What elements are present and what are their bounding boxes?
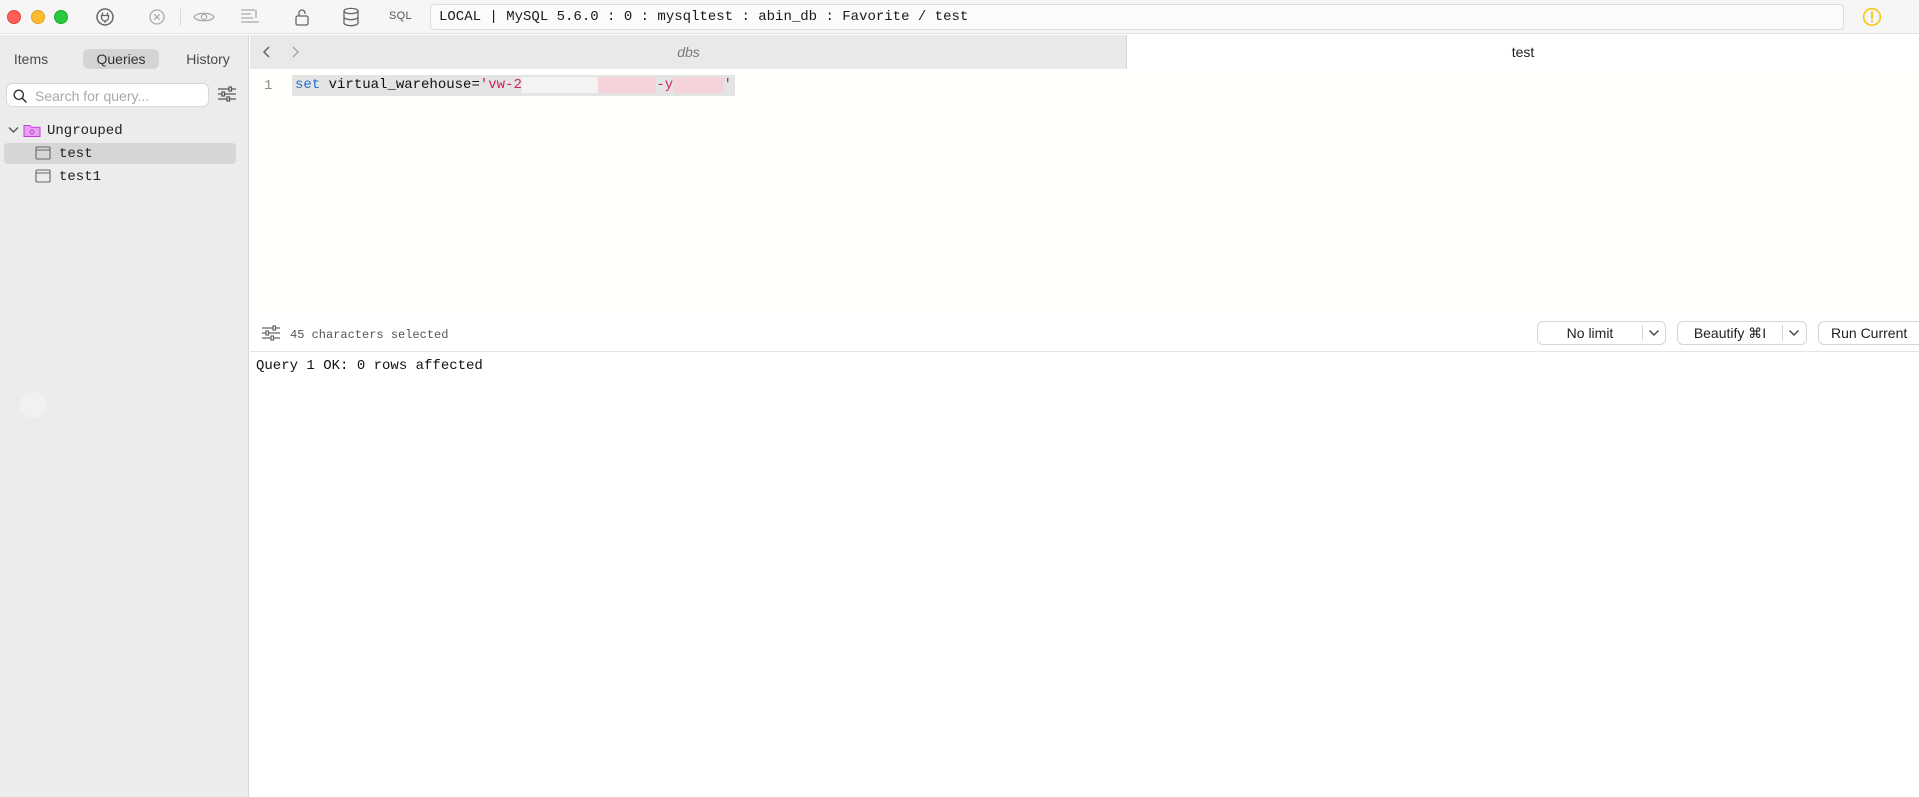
- code-line[interactable]: set virtual_warehouse='vw-2xxxxxxxxxxxxx…: [292, 75, 735, 96]
- filter-settings-icon[interactable]: [217, 85, 239, 105]
- editor-status-bar: 45 characters selected No limit Beautify…: [250, 315, 1919, 352]
- selection-status: 45 characters selected: [290, 328, 449, 342]
- beautify-dropdown[interactable]: Beautify ⌘I: [1677, 321, 1807, 345]
- tab-bar: dbs test: [250, 35, 1919, 69]
- query-file-icon: [35, 169, 51, 183]
- tab-queries[interactable]: Queries: [83, 49, 159, 69]
- chevron-down-icon[interactable]: [8, 126, 19, 134]
- sql-button[interactable]: SQL: [389, 10, 412, 22]
- query-search-box[interactable]: [6, 83, 209, 107]
- query-item-label: test: [59, 146, 93, 162]
- sql-keyword: set: [295, 77, 321, 93]
- query-file-icon: [35, 146, 51, 160]
- window-zoom-button[interactable]: [54, 10, 68, 24]
- window-close-button[interactable]: [7, 10, 21, 24]
- sql-string-end: ': [723, 77, 732, 93]
- lock-icon[interactable]: [291, 6, 313, 28]
- redacted-segment: xxxxxx: [673, 77, 724, 93]
- tab-test[interactable]: test: [1127, 35, 1919, 69]
- group-label: Ungrouped: [47, 123, 123, 139]
- sidebar-collapse-handle[interactable]: [20, 392, 46, 418]
- results-panel: Query 1 OK: 0 rows affected: [250, 353, 1919, 797]
- query-item[interactable]: test1: [4, 166, 236, 187]
- sql-string-mid: -y: [656, 77, 674, 93]
- chevron-down-icon[interactable]: [1788, 328, 1800, 338]
- redacted-segment: xxxxxxxxx: [521, 77, 598, 93]
- tab-history[interactable]: History: [180, 49, 236, 69]
- connection-icon[interactable]: [94, 6, 116, 28]
- forward-arrow-icon[interactable]: [287, 44, 303, 60]
- run-current-label: Run Current: [1831, 325, 1908, 341]
- tab-dbs[interactable]: dbs: [250, 35, 1127, 69]
- editor-settings-icon[interactable]: [261, 324, 281, 342]
- tab-items[interactable]: Items: [10, 49, 52, 69]
- beautify-label: Beautify ⌘I: [1693, 325, 1767, 341]
- redacted-segment: xxxxxxx: [597, 77, 657, 93]
- row-limit-dropdown[interactable]: No limit: [1537, 321, 1666, 345]
- button-divider: [1782, 325, 1783, 341]
- run-current-button[interactable]: Run Current: [1818, 321, 1919, 345]
- format-icon[interactable]: [239, 6, 261, 28]
- sql-string-start: 'vw-2: [479, 77, 522, 93]
- button-divider: [1642, 325, 1643, 341]
- window-minimize-button[interactable]: [31, 10, 45, 24]
- back-arrow-icon[interactable]: [259, 44, 275, 60]
- preview-icon[interactable]: [193, 6, 215, 28]
- connection-label: LOCAL | MySQL 5.6.0 : 0 : mysqltest : ab…: [439, 9, 969, 25]
- tab-label: test: [1511, 44, 1535, 60]
- row-limit-label: No limit: [1566, 325, 1614, 341]
- sql-editor[interactable]: 1 set virtual_warehouse='vw-2xxxxxxxxxxx…: [250, 70, 1919, 315]
- search-icon: [13, 89, 27, 103]
- line-number: 1: [264, 78, 273, 94]
- query-item-label: test1: [59, 169, 102, 185]
- query-item[interactable]: test: [4, 143, 236, 164]
- chevron-down-icon[interactable]: [1648, 328, 1660, 338]
- warning-icon[interactable]: [1862, 7, 1882, 27]
- sidebar: Items Queries History Ungrouped test tes…: [0, 35, 249, 797]
- connection-status-bar[interactable]: LOCAL | MySQL 5.6.0 : 0 : mysqltest : ab…: [430, 4, 1844, 30]
- tab-label: dbs: [677, 44, 700, 60]
- query-group-ungrouped[interactable]: Ungrouped: [0, 121, 249, 141]
- database-icon[interactable]: [340, 6, 362, 28]
- result-message: Query 1 OK: 0 rows affected: [256, 358, 483, 374]
- toolbar-divider: [180, 9, 181, 26]
- folder-icon: [23, 125, 41, 137]
- sql-identifier: virtual_warehouse=: [320, 77, 480, 93]
- title-toolbar: SQL LOCAL | MySQL 5.6.0 : 0 : mysqltest …: [0, 0, 1919, 34]
- stop-icon[interactable]: [146, 6, 168, 28]
- search-input[interactable]: [35, 87, 205, 104]
